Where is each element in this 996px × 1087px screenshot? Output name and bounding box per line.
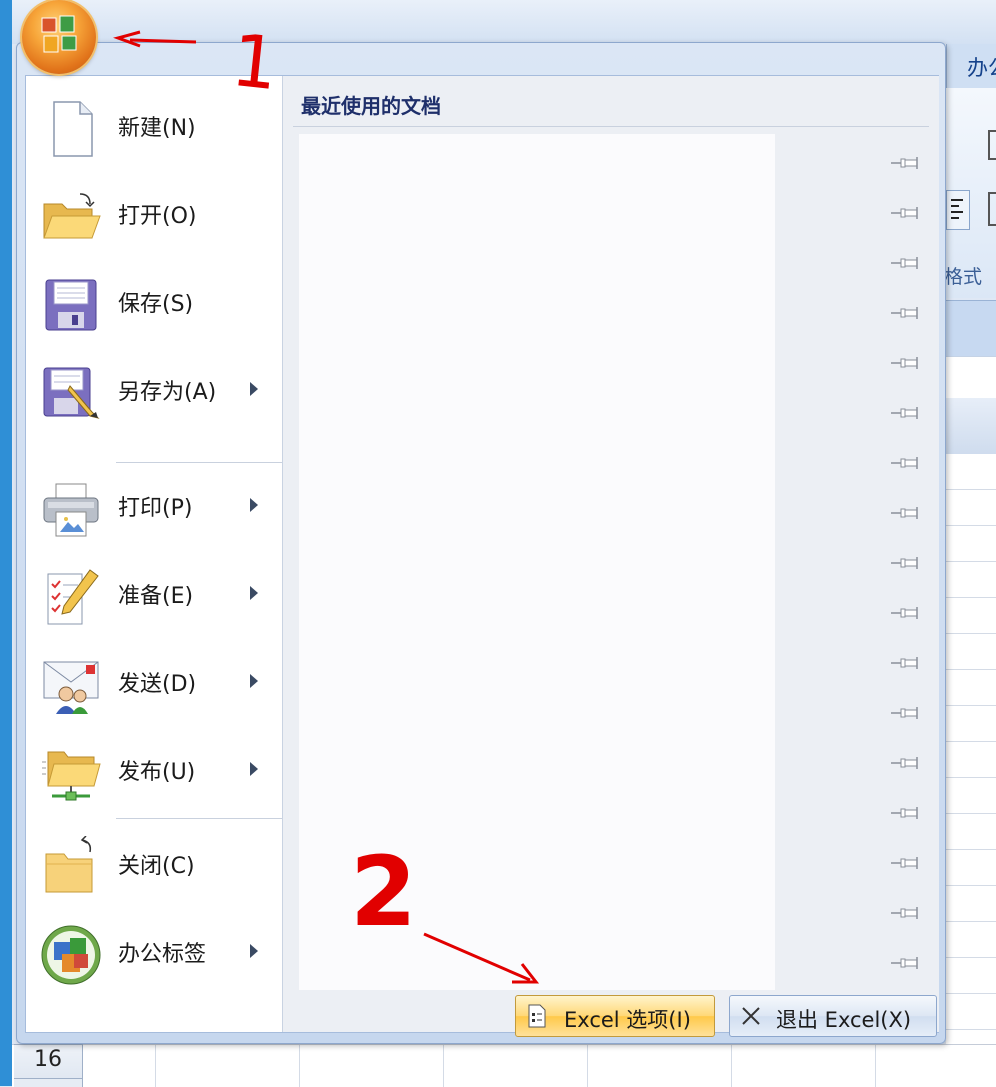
annotation-overlay [113, 30, 540, 984]
annotation-step-1: 1 [227, 17, 283, 107]
annotation-arrow-2 [423, 932, 531, 982]
annotation-arrow-1 [129, 38, 197, 44]
annotation-step-2: 2 [350, 836, 417, 948]
